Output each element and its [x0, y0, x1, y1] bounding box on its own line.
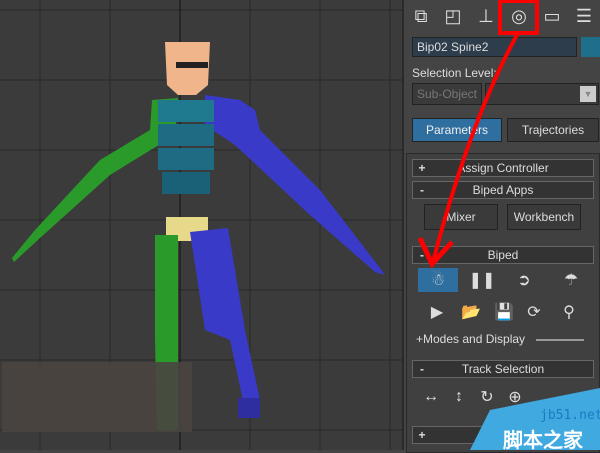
- highlight-box: [498, 0, 539, 35]
- watermark-name: 脚本之家: [503, 430, 583, 452]
- annotation-arrow: [431, 32, 520, 263]
- watermark-site: jb51.net: [540, 408, 600, 423]
- annotation-overlay: [417, 0, 600, 450]
